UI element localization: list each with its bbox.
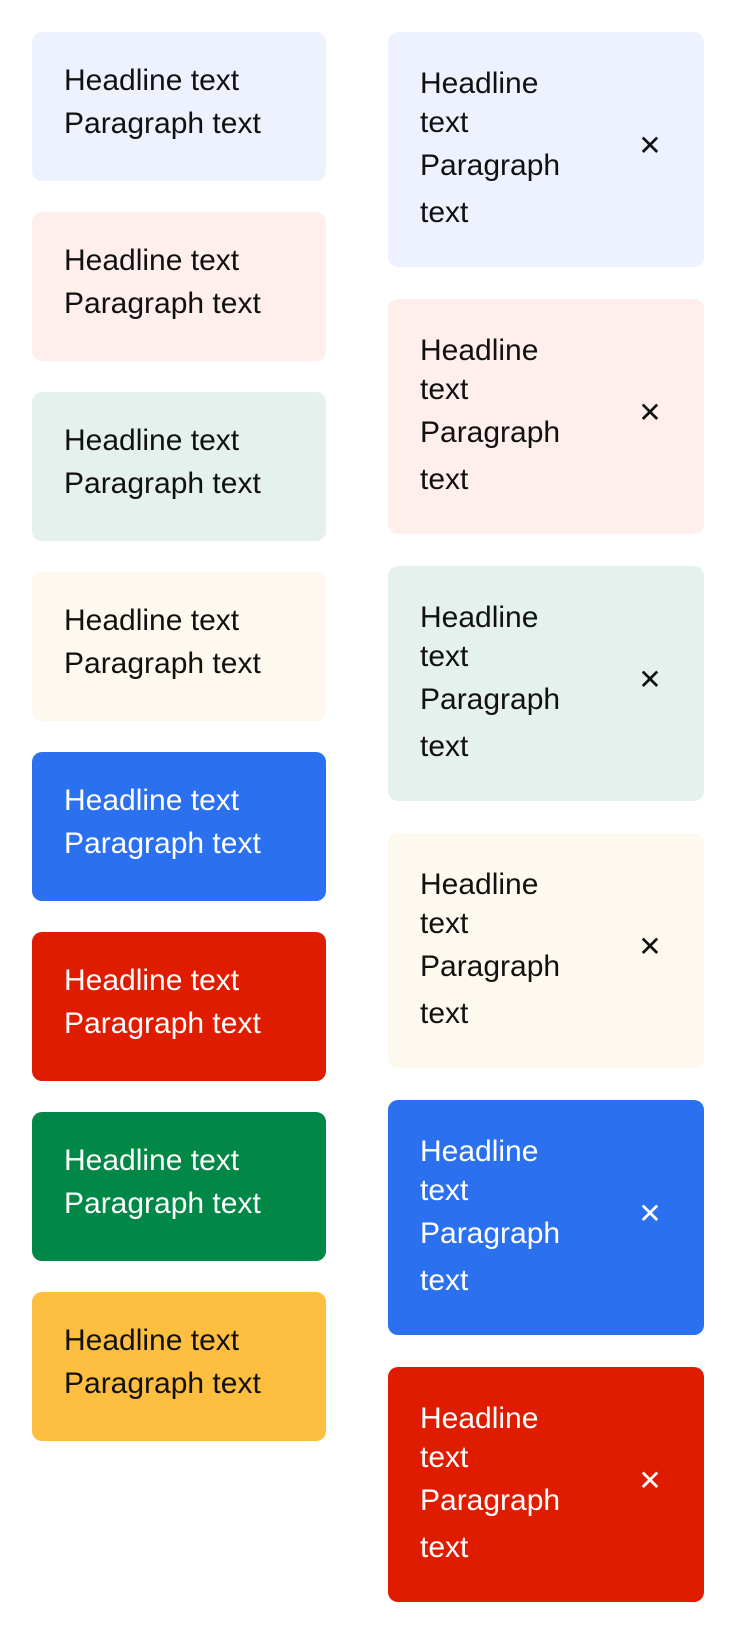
close-icon[interactable]: ✕ xyxy=(638,399,662,427)
card-headline: Headline text xyxy=(420,1402,539,1474)
dismissible-cards-column: Headline text Paragraph text ✕ Headline … xyxy=(388,32,704,1634)
card-headline: Headline text xyxy=(64,1324,240,1357)
card-headline: Headline text xyxy=(64,604,240,637)
card-paragraph: Paragraph text xyxy=(420,1484,561,1564)
info-card: Headline text Paragraph text xyxy=(32,32,326,181)
card-headline: Headline text xyxy=(64,244,240,277)
card-paragraph: Paragraph text xyxy=(64,1187,261,1220)
error-strong-card: Headline text Paragraph text xyxy=(32,932,326,1081)
card-paragraph: Paragraph text xyxy=(64,107,261,140)
card-paragraph: Paragraph text xyxy=(64,1007,261,1040)
card-text: Headline text Paragraph text xyxy=(420,865,590,1037)
dismissible-info-strong-card: Headline text Paragraph text ✕ xyxy=(388,1100,704,1335)
card-headline: Headline text xyxy=(64,64,240,97)
close-icon[interactable]: ✕ xyxy=(638,933,662,961)
success-strong-card: Headline text Paragraph text xyxy=(32,1112,326,1261)
card-headline: Headline text xyxy=(420,67,539,139)
card-text: Headline text Paragraph text xyxy=(420,1132,590,1304)
card-paragraph: Paragraph text xyxy=(64,287,261,320)
warning-strong-card: Headline text Paragraph text xyxy=(32,1292,326,1441)
card-text: Headline text Paragraph text xyxy=(420,64,590,236)
card-headline: Headline text xyxy=(64,784,240,817)
card-headline: Headline text xyxy=(420,1135,539,1207)
card-paragraph: Paragraph text xyxy=(420,149,561,229)
card-paragraph: Paragraph text xyxy=(420,683,561,763)
card-paragraph: Paragraph text xyxy=(64,827,261,860)
close-icon[interactable]: ✕ xyxy=(638,132,662,160)
dismissible-success-card: Headline text Paragraph text ✕ xyxy=(388,566,704,801)
card-headline: Headline text xyxy=(64,424,240,457)
card-headline: Headline text xyxy=(420,601,539,673)
dismissible-warning-card: Headline text Paragraph text ✕ xyxy=(388,833,704,1068)
close-icon[interactable]: ✕ xyxy=(638,666,662,694)
warning-card: Headline text Paragraph text xyxy=(32,572,326,721)
card-headline: Headline text xyxy=(420,868,539,940)
dismissible-error-strong-card: Headline text Paragraph text ✕ xyxy=(388,1367,704,1602)
card-paragraph: Paragraph text xyxy=(420,1217,561,1297)
static-cards-column: Headline text Paragraph text Headline te… xyxy=(32,32,326,1472)
close-icon[interactable]: ✕ xyxy=(638,1467,662,1495)
card-text: Headline text Paragraph text xyxy=(420,1399,590,1571)
error-card: Headline text Paragraph text xyxy=(32,212,326,361)
dismissible-error-card: Headline text Paragraph text ✕ xyxy=(388,299,704,534)
card-paragraph: Paragraph text xyxy=(420,416,561,496)
card-paragraph: Paragraph text xyxy=(420,950,561,1030)
info-strong-card: Headline text Paragraph text xyxy=(32,752,326,901)
success-card: Headline text Paragraph text xyxy=(32,392,326,541)
card-text: Headline text Paragraph text xyxy=(420,331,590,503)
card-paragraph: Paragraph text xyxy=(64,467,261,500)
card-paragraph: Paragraph text xyxy=(64,647,261,680)
card-headline: Headline text xyxy=(64,1144,240,1177)
card-text: Headline text Paragraph text xyxy=(420,598,590,770)
dismissible-info-card: Headline text Paragraph text ✕ xyxy=(388,32,704,267)
card-headline: Headline text xyxy=(420,334,539,406)
card-headline: Headline text xyxy=(64,964,240,997)
card-paragraph: Paragraph text xyxy=(64,1367,261,1400)
close-icon[interactable]: ✕ xyxy=(638,1200,662,1228)
